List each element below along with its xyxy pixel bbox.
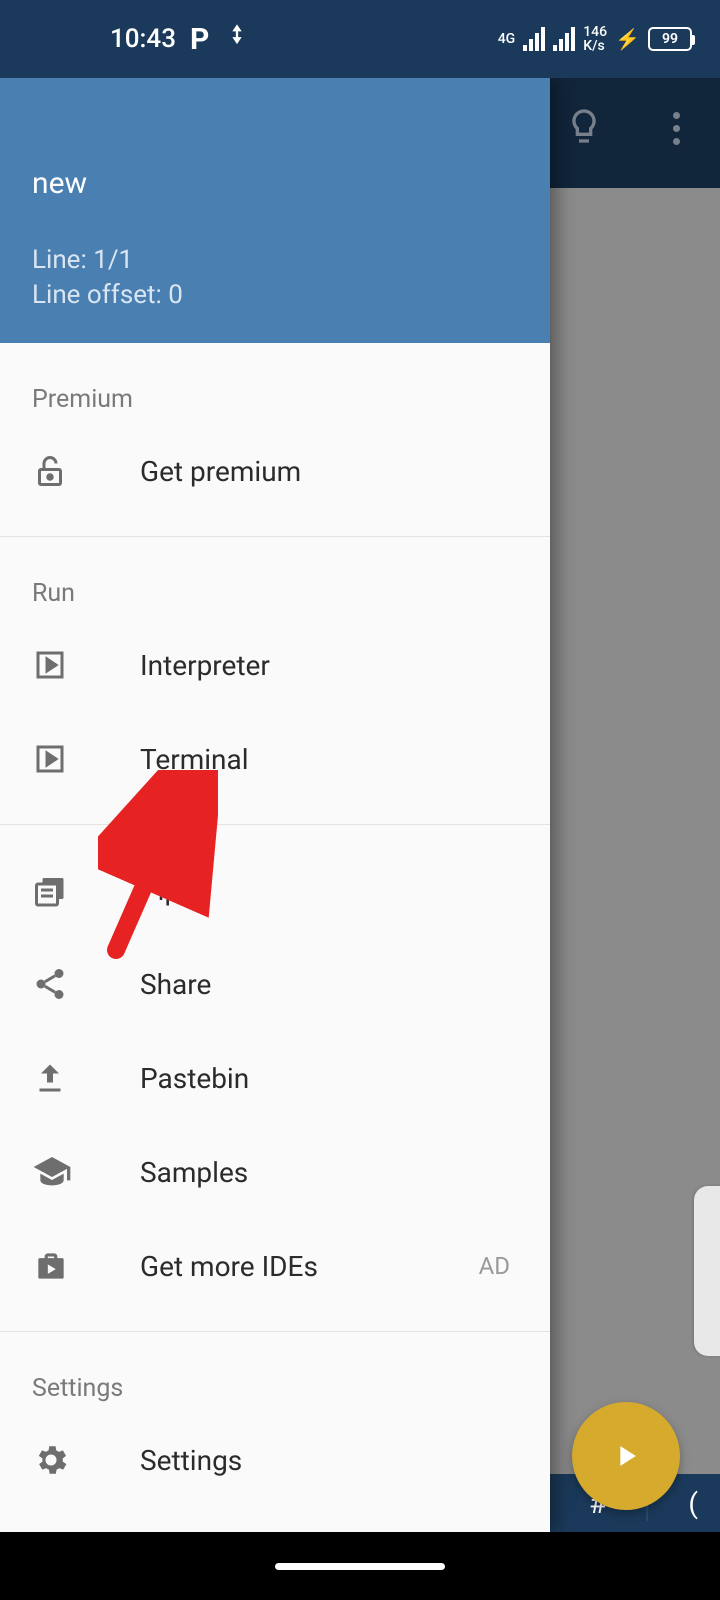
menu-get-premium[interactable]: Get premium [0, 424, 550, 518]
menu-label: Interpreter [140, 649, 518, 682]
section-settings: Settings Settings [0, 1332, 550, 1525]
run-fab[interactable] [572, 1402, 680, 1510]
charging-icon: ⚡ [615, 27, 640, 51]
symbol-paren[interactable]: ( [688, 1487, 698, 1520]
menu-label: Share [140, 968, 518, 1001]
menu-terminal[interactable]: Terminal [0, 712, 550, 806]
gear-icon [32, 1441, 140, 1479]
menu-interpreter[interactable]: Interpreter [0, 618, 550, 712]
system-nav-bar [0, 1532, 720, 1600]
menu-label: Get more IDEs [140, 1250, 479, 1283]
signal-icon-2 [553, 27, 575, 51]
nav-drawer: new Line: 1/1 Line offset: 0 Premium Get… [0, 78, 550, 1532]
share-icon [32, 966, 140, 1002]
status-app-icon: P [190, 22, 209, 57]
menu-label: Get premium [140, 455, 518, 488]
status-bar: 10:43 P 4G 146 K/s ⚡ 99 [0, 0, 720, 78]
offset-info: Line offset: 0 [32, 278, 518, 313]
menu-samples[interactable]: Samples [0, 1125, 550, 1219]
status-app-icon-2 [223, 22, 251, 57]
data-rate: 146 K/s [583, 25, 607, 53]
menu-share[interactable]: Share [0, 937, 550, 1031]
play-box-icon [32, 741, 140, 777]
section-header-settings: Settings [0, 1350, 550, 1413]
library-icon [32, 872, 140, 908]
play-box-icon [32, 647, 140, 683]
menu-label: Pastebin [140, 1062, 518, 1095]
menu-more-ides[interactable]: Get more IDEs AD [0, 1219, 550, 1313]
menu-label: Settings [140, 1444, 518, 1477]
upload-icon [32, 1060, 140, 1096]
network-type: 4G [498, 31, 516, 47]
gesture-pill[interactable] [275, 1563, 445, 1570]
status-time: 10:43 [110, 24, 176, 54]
menu-pastebin[interactable]: Pastebin [0, 1031, 550, 1125]
battery-icon: 99 [648, 27, 692, 51]
section-tools: Pip Share Pastebin [0, 825, 550, 1332]
line-info: Line: 1/1 [32, 243, 518, 278]
section-header-run: Run [0, 555, 550, 618]
graduation-icon [32, 1152, 140, 1192]
menu-label: Terminal [140, 743, 518, 776]
drawer-header: new Line: 1/1 Line offset: 0 [0, 78, 550, 343]
section-run: Run Interpreter Terminal [0, 537, 550, 825]
ad-badge: AD [479, 1252, 510, 1280]
signal-icon [523, 27, 545, 51]
briefcase-play-icon [32, 1247, 140, 1285]
menu-pip[interactable]: Pip [0, 843, 550, 937]
menu-settings[interactable]: Settings [0, 1413, 550, 1507]
menu-label: Pip [140, 874, 518, 907]
menu-label: Samples [140, 1156, 518, 1189]
scroll-handle[interactable] [694, 1186, 720, 1356]
section-premium: Premium Get premium [0, 343, 550, 537]
file-name: new [32, 166, 518, 201]
unlock-icon [32, 453, 140, 489]
section-header-premium: Premium [0, 361, 550, 424]
